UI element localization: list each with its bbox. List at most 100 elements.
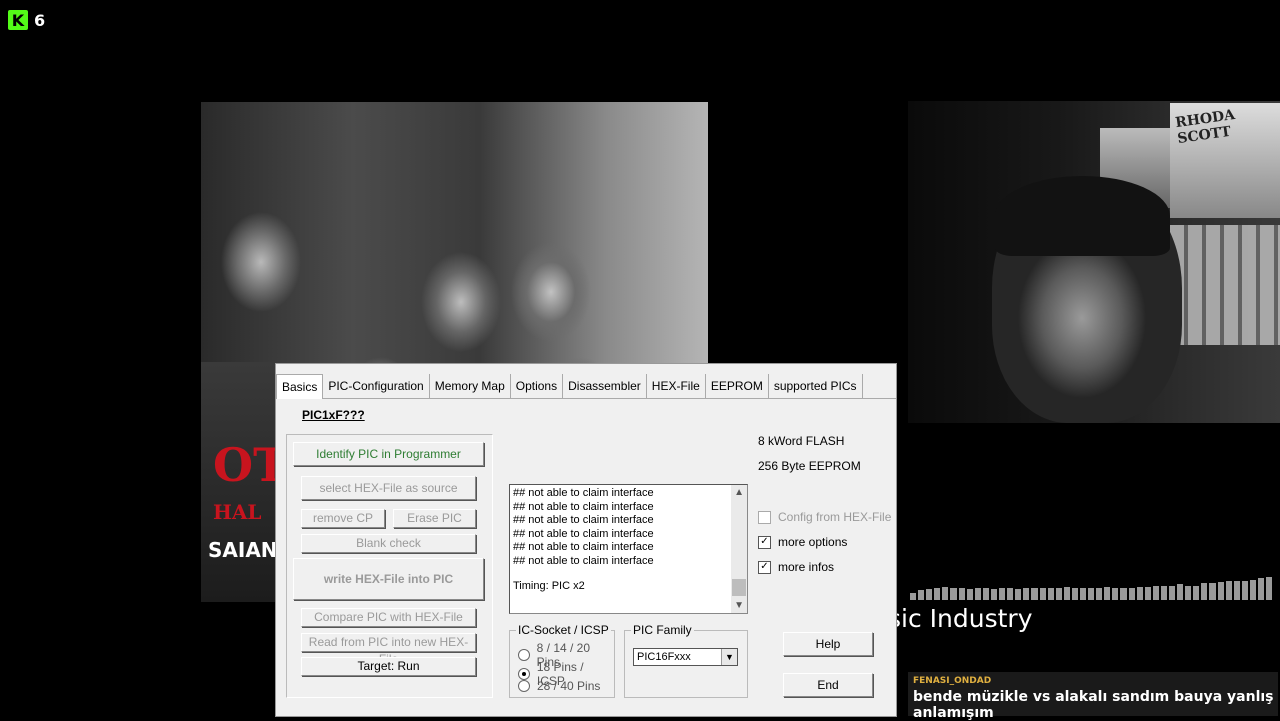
checkbox-label: Config from HEX-File [778,510,892,524]
audio-bar [958,588,965,600]
help-button[interactable]: Help [783,632,873,656]
audio-bar [1136,587,1143,600]
stream-logo: K 6 [8,10,45,30]
identify-pic-button[interactable]: Identify PIC in Programmer [293,442,484,466]
compare-pic-button[interactable]: Compare PIC with HEX-File [301,608,476,627]
target-run-button[interactable]: Target: Run [301,657,476,676]
audio-bar [1266,577,1273,600]
log-line: ## not able to claim interface [513,554,654,567]
audio-bar [910,593,917,600]
log-line: ## not able to claim interface [513,527,654,540]
audio-bar [974,588,981,600]
tab-bar: Basics PIC-Configuration Memory Map Opti… [276,374,896,399]
log-line: ## not able to claim interface [513,500,654,513]
tab-disassembler[interactable]: Disassembler [563,374,647,398]
audio-visualizer [910,576,1273,600]
audio-bar [918,590,925,600]
pic-family-legend: PIC Family [631,623,694,637]
erase-pic-button[interactable]: Erase PIC [393,509,476,528]
audio-bar [1023,588,1030,600]
audio-bar [1193,586,1200,600]
log-output[interactable]: ## not able to claim interface ## not abl… [509,484,748,614]
more-infos-checkbox[interactable]: ✓ more infos [758,560,834,574]
radio-label: 28 / 40 Pins [537,679,601,693]
pic-identifier: PIC1xF??? [302,408,365,422]
more-options-checkbox[interactable]: ✓ more options [758,535,847,549]
audio-bar [1169,586,1176,600]
scroll-up-icon[interactable]: ▲ [734,487,744,498]
tab-options[interactable]: Options [511,374,564,398]
radio-28-40-pins[interactable]: 28 / 40 Pins [518,679,600,693]
radio-button [518,680,530,692]
log-line: ## not able to claim interface [513,541,654,553]
audio-bar [1209,583,1216,600]
audio-bar [1258,578,1265,600]
checkmark-icon: ✓ [758,560,771,574]
remove-cp-button[interactable]: remove CP [301,509,385,528]
artist-name: SAIAN [208,538,278,562]
audio-bar [982,588,989,600]
audio-bar [1128,588,1135,600]
audio-bar [1047,588,1054,600]
audio-bar [1079,588,1087,600]
audio-bar [1039,588,1046,600]
audio-bar [1120,588,1127,600]
end-button[interactable]: End [783,673,873,697]
log-lines: ## not able to claim interface ## not abl… [513,487,728,568]
audio-bar [990,589,998,600]
now-playing-caption: sic Industry [888,604,1033,633]
audio-bar [1104,587,1111,600]
pic-programmer-dialog: Basics PIC-Configuration Memory Map Opti… [275,363,897,717]
viewer-count: 6 [34,10,46,30]
checkbox-box [758,510,771,524]
audio-bar [1177,584,1184,600]
eeprom-info: 256 Byte EEPROM [758,459,861,473]
audio-bar [999,588,1006,600]
pic-family-group: PIC Family PIC16Fxxx ▼ [624,623,748,698]
chevron-down-icon[interactable]: ▼ [721,649,737,665]
select-hex-file-button[interactable]: select HEX-File as source [301,476,476,500]
audio-bar [1063,587,1070,600]
log-timing: Timing: PIC x2 [513,580,585,592]
scroll-down-icon[interactable]: ▼ [734,600,744,611]
audio-bar [1233,581,1240,600]
tab-basics[interactable]: Basics [276,374,324,399]
log-scrollbar[interactable]: ▲ ▼ [731,485,747,613]
scroll-thumb[interactable] [732,579,746,596]
chat-username: FENASI_ONDAD [913,676,992,686]
flash-info: 8 kWord FLASH [758,434,845,448]
config-from-hex-checkbox[interactable]: Config from HEX-File [758,510,891,524]
audio-bar [1031,588,1038,600]
audio-bar [1071,588,1078,600]
audio-bar [1096,588,1103,600]
audio-bar [1185,586,1192,600]
tab-hex-file[interactable]: HEX-File [647,374,706,398]
pic-family-select[interactable]: PIC16Fxxx ▼ [633,648,738,666]
tab-memory-map[interactable]: Memory Map [430,374,511,398]
audio-bar [926,589,933,600]
audio-bar [1007,588,1014,600]
read-from-pic-button[interactable]: Read from PIC into new HEX-File [301,633,476,666]
wall-tiles [1170,225,1280,345]
write-hex-file-button[interactable]: write HEX-File into PIC [293,558,484,600]
audio-bar [1088,588,1095,600]
blank-check-button[interactable]: Blank check [301,534,476,553]
ic-socket-legend: IC-Socket / ICSP [516,623,611,637]
audio-bar [1160,586,1167,600]
audio-bar [1112,588,1119,600]
audio-bar [1217,582,1224,600]
audio-bar [1225,581,1232,600]
audio-bar [934,588,941,600]
chat-message-text: bende müzikle vs alakalı sandım bauya ya… [913,689,1274,721]
audio-bar [1241,581,1248,600]
kick-logo-icon: K [8,10,28,30]
log-line: ## not able to claim interface [513,514,654,526]
checkmark-icon: ✓ [758,535,771,549]
audio-bar [1144,587,1151,600]
tab-supported-pics[interactable]: supported PICs [769,374,863,398]
audio-bar [1152,586,1159,600]
audio-bar [1055,588,1062,600]
tab-eeprom[interactable]: EEPROM [706,374,769,398]
tab-pic-configuration[interactable]: PIC-Configuration [323,374,430,398]
audio-bar [950,588,957,600]
